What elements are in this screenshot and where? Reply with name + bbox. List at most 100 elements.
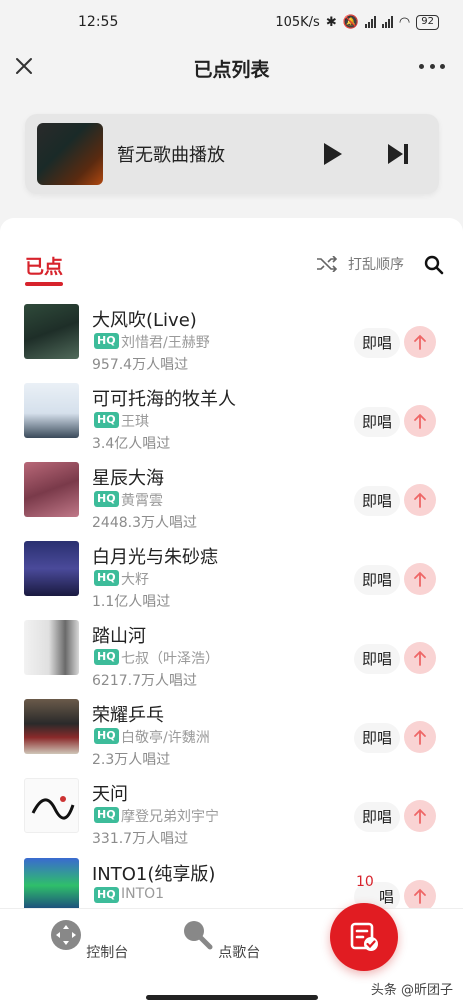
now-playing-cover (37, 123, 103, 185)
queue-tabs: 已点 打乱顺序 (0, 218, 463, 288)
nav-song-request[interactable]: 点歌台 (181, 919, 261, 962)
sing-now-button[interactable]: 即唱 (354, 407, 400, 437)
hq-badge: HQ (94, 887, 119, 903)
song-artist: 摩登兄弟刘宇宁 (121, 809, 219, 825)
sing-now-button[interactable]: 即唱 (354, 802, 400, 832)
queue-panel: 已点 打乱顺序 大风吹(Live) HQ 刘惜君/王赫野 957.4万人唱过 即… (0, 218, 463, 908)
hq-badge: HQ (94, 728, 119, 744)
song-row[interactable]: 踏山河 HQ 七叔（叶泽浩） 6217.7万人唱过 即唱 (0, 620, 463, 699)
arrow-up-icon (414, 808, 426, 824)
song-row[interactable]: 可可托海的牧羊人 HQ 王琪 3.4亿人唱过 即唱 (0, 383, 463, 462)
song-cover (24, 541, 79, 596)
song-artist: 黄霄雲 (121, 493, 163, 509)
tab-queued[interactable]: 已点 (25, 252, 63, 279)
playlist-check-icon (350, 922, 378, 951)
sing-now-button[interactable]: 即唱 (354, 565, 400, 595)
now-playing-card: 暂无歌曲播放 (25, 114, 439, 194)
song-cover (24, 858, 79, 908)
bottom-nav: 控制台 点歌台 头条 @昕团子 (0, 903, 463, 1004)
song-title: INTO1(纯享版) (92, 864, 216, 885)
shuffle-button[interactable]: 打乱顺序 (316, 254, 404, 274)
song-play-count: 957.4万人唱过 (92, 357, 189, 373)
next-track-icon[interactable] (385, 141, 411, 167)
song-row[interactable]: 白月光与朱砂痣 HQ 大籽 1.1亿人唱过 即唱 (0, 541, 463, 620)
tab-underline (25, 282, 63, 286)
move-to-top-button[interactable] (404, 563, 436, 595)
move-to-top-button[interactable] (404, 721, 436, 753)
now-playing-text: 暂无歌曲播放 (117, 145, 225, 166)
home-indicator[interactable] (146, 995, 318, 1000)
signal-icon (381, 16, 393, 28)
song-cover-art (31, 796, 75, 820)
sing-now-button[interactable]: 即唱 (354, 328, 400, 358)
sing-now-button[interactable]: 即唱 (354, 723, 400, 753)
wifi-icon: ◠ (398, 14, 411, 30)
song-artist: 白敬亭/许魏洲 (121, 730, 210, 746)
move-to-top-button[interactable] (404, 880, 436, 908)
move-to-top-button[interactable] (404, 326, 436, 358)
song-artist: INTO1 (121, 886, 165, 902)
arrow-up-icon (414, 888, 426, 904)
watermark: 头条 @昕团子 (370, 983, 453, 998)
sing-now-button[interactable]: 即唱 (354, 644, 400, 674)
move-to-top-button[interactable] (404, 405, 436, 437)
hq-badge: HQ (94, 807, 119, 823)
hq-badge: HQ (94, 333, 119, 349)
song-title: 可可托海的牧羊人 (92, 389, 236, 410)
nav-song-request-label: 点歌台 (218, 945, 261, 961)
song-title: 荣耀乒乓 (92, 705, 164, 726)
song-play-count: 2448.3万人唱过 (92, 515, 197, 531)
app-header: 已点列表 (0, 44, 463, 92)
song-title: 白月光与朱砂痣 (92, 547, 218, 568)
network-speed: 105K/s (275, 14, 320, 30)
status-icons: 105K/s ✱ 🔕 ◠ 92 (275, 14, 439, 30)
signal-icon (364, 16, 376, 28)
arrow-up-icon (414, 729, 426, 745)
song-title: 星辰大海 (92, 468, 164, 489)
status-bar: 12:55 105K/s ✱ 🔕 ◠ 92 (0, 0, 463, 44)
song-artist: 七叔（叶泽浩） (121, 651, 219, 667)
song-play-count: 3.4亿人唱过 (92, 436, 171, 452)
hq-badge: HQ (94, 649, 119, 665)
hq-badge: HQ (94, 570, 119, 586)
nav-console[interactable]: 控制台 (49, 919, 129, 962)
status-time: 12:55 (78, 14, 119, 30)
song-artist: 王琪 (121, 414, 149, 430)
song-row[interactable]: 荣耀乒乓 HQ 白敬亭/许魏洲 2.3万人唱过 即唱 (0, 699, 463, 778)
search-icon[interactable] (424, 255, 444, 275)
arrow-up-icon (414, 413, 426, 429)
nav-console-label: 控制台 (86, 945, 129, 961)
play-icon[interactable] (319, 141, 345, 167)
more-icon[interactable] (419, 56, 445, 76)
song-play-count: 331.7万人唱过 (92, 831, 189, 847)
song-cover (24, 620, 79, 675)
song-title: 天问 (92, 784, 128, 805)
queue-list-button[interactable] (330, 903, 398, 971)
song-row[interactable]: INTO1(纯享版) HQ INTO1 唱 10 (0, 858, 463, 908)
song-row[interactable]: 星辰大海 HQ 黄霄雲 2448.3万人唱过 即唱 (0, 462, 463, 541)
move-to-top-button[interactable] (404, 642, 436, 674)
song-cover (24, 304, 79, 359)
arrow-up-icon (414, 492, 426, 508)
mute-icon: 🔕 (342, 14, 359, 30)
shuffle-icon (317, 256, 338, 272)
arrow-up-icon (414, 571, 426, 587)
song-title: 大风吹(Live) (92, 310, 197, 331)
song-cover (24, 778, 79, 833)
bluetooth-icon: ✱ (325, 14, 337, 30)
queue-count-badge: 10 (356, 874, 374, 890)
song-cover (24, 699, 79, 754)
song-row[interactable]: 天问 HQ 摩登兄弟刘宇宁 331.7万人唱过 即唱 (0, 778, 463, 857)
song-cover (24, 383, 79, 438)
song-row[interactable]: 大风吹(Live) HQ 刘惜君/王赫野 957.4万人唱过 即唱 (0, 304, 463, 383)
song-cover (24, 462, 79, 517)
song-title: 踏山河 (92, 626, 146, 647)
page-title: 已点列表 (193, 58, 270, 81)
sing-now-button[interactable]: 即唱 (354, 486, 400, 516)
hq-badge: HQ (94, 412, 119, 428)
move-to-top-button[interactable] (404, 800, 436, 832)
move-to-top-button[interactable] (404, 484, 436, 516)
song-play-count: 6217.7万人唱过 (92, 673, 197, 689)
close-icon[interactable] (12, 54, 36, 78)
shuffle-label: 打乱顺序 (348, 257, 404, 273)
